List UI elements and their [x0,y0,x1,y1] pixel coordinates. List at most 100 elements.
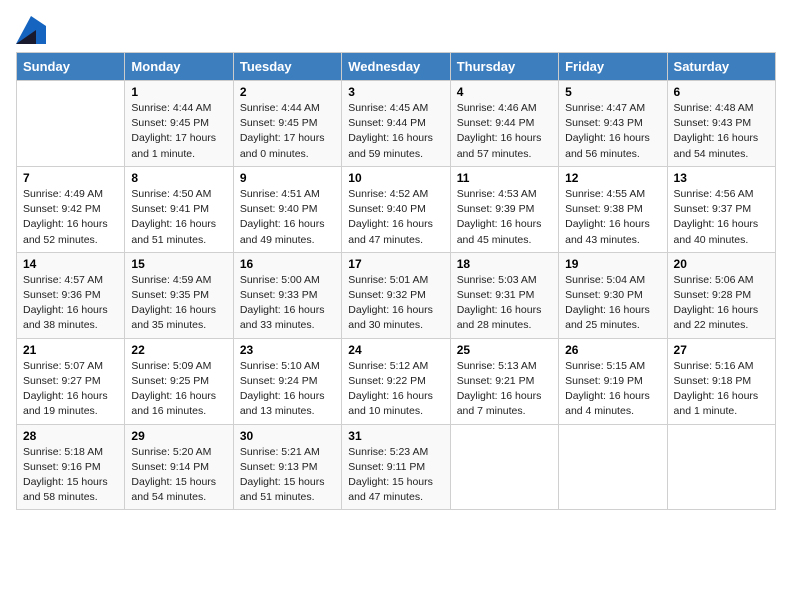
calendar-cell: 8 Sunrise: 4:50 AM Sunset: 9:41 PM Daylig… [125,166,233,252]
cell-content: Sunrise: 5:07 AM Sunset: 9:27 PM Dayligh… [23,359,118,420]
calendar-cell: 22 Sunrise: 5:09 AM Sunset: 9:25 PM Dayli… [125,338,233,424]
cell-content: Sunrise: 5:03 AM Sunset: 9:31 PM Dayligh… [457,273,552,334]
day-number: 25 [457,343,552,357]
cell-content: Sunrise: 5:20 AM Sunset: 9:14 PM Dayligh… [131,445,226,506]
calendar-cell: 14 Sunrise: 4:57 AM Sunset: 9:36 PM Dayli… [17,252,125,338]
day-number: 21 [23,343,118,357]
calendar-cell: 20 Sunrise: 5:06 AM Sunset: 9:28 PM Dayli… [667,252,775,338]
day-number: 27 [674,343,769,357]
calendar-cell: 3 Sunrise: 4:45 AM Sunset: 9:44 PM Daylig… [342,81,450,167]
day-number: 4 [457,85,552,99]
page-header [16,16,776,44]
cell-content: Sunrise: 4:45 AM Sunset: 9:44 PM Dayligh… [348,101,443,162]
day-header-sunday: Sunday [17,53,125,81]
calendar-cell: 1Sunrise: 4:44 AM Sunset: 9:45 PM Daylig… [125,81,233,167]
day-number: 11 [457,171,552,185]
calendar-cell: 6 Sunrise: 4:48 AM Sunset: 9:43 PM Daylig… [667,81,775,167]
calendar-week-3: 14 Sunrise: 4:57 AM Sunset: 9:36 PM Dayli… [17,252,776,338]
day-number: 19 [565,257,660,271]
day-number: 15 [131,257,226,271]
day-number: 7 [23,171,118,185]
calendar-cell: 15 Sunrise: 4:59 AM Sunset: 9:35 PM Dayli… [125,252,233,338]
calendar-week-1: 1 Sunrise: 4:44 AM Sunset: 9:45 PM Daylig… [17,81,776,167]
calendar-table: SundayMondayTuesdayWednesdayThursdayFrid… [16,52,776,510]
cell-content: Sunrise: 4:57 AM Sunset: 9:36 PM Dayligh… [23,273,118,334]
day-number: 10 [348,171,443,185]
cell-content: Sunrise: 4:44 AM Sunset: 9:45 PM Dayligh… [240,101,335,162]
cell-content: Sunrise: 4:50 AM Sunset: 9:41 PM Dayligh… [131,187,226,248]
calendar-cell: 31 Sunrise: 5:23 AM Sunset: 9:11 PM Dayli… [342,424,450,510]
calendar-cell: 10 Sunrise: 4:52 AM Sunset: 9:40 PM Dayli… [342,166,450,252]
cell-content: Sunrise: 4:59 AM Sunset: 9:35 PM Dayligh… [131,273,226,334]
calendar-cell: 24 Sunrise: 5:12 AM Sunset: 9:22 PM Dayli… [342,338,450,424]
calendar-cell: 2Sunrise: 4:44 AM Sunset: 9:45 PM Daylig… [233,81,341,167]
day-number: 20 [674,257,769,271]
calendar-cell: 4 Sunrise: 4:46 AM Sunset: 9:44 PM Daylig… [450,81,558,167]
cell-content: Sunrise: 4:56 AM Sunset: 9:37 PM Dayligh… [674,187,769,248]
generalblue-logo-icon [16,16,46,44]
cell-content: Sunrise: 4:46 AM Sunset: 9:44 PM Dayligh… [457,101,552,162]
day-header-thursday: Thursday [450,53,558,81]
calendar-cell: 30 Sunrise: 5:21 AM Sunset: 9:13 PM Dayli… [233,424,341,510]
day-number: 13 [674,171,769,185]
day-number: 23 [240,343,335,357]
calendar-cell: 21 Sunrise: 5:07 AM Sunset: 9:27 PM Dayli… [17,338,125,424]
day-number: 31 [348,429,443,443]
cell-content: Sunrise: 5:23 AM Sunset: 9:11 PM Dayligh… [348,445,443,506]
cell-content: Sunrise: 4:49 AM Sunset: 9:42 PM Dayligh… [23,187,118,248]
day-number: 29 [131,429,226,443]
calendar-cell: 25 Sunrise: 5:13 AM Sunset: 9:21 PM Dayli… [450,338,558,424]
calendar-body: 1 Sunrise: 4:44 AM Sunset: 9:45 PM Daylig… [17,81,776,510]
day-number: 8 [131,171,226,185]
cell-content: Sunrise: 5:04 AM Sunset: 9:30 PM Dayligh… [565,273,660,334]
calendar-week-2: 7 Sunrise: 4:49 AM Sunset: 9:42 PM Daylig… [17,166,776,252]
calendar-cell: 5Sunrise: 4:47 AM Sunset: 9:43 PM Daylig… [559,81,667,167]
day-number: 28 [23,429,118,443]
day-number: 22 [131,343,226,357]
day-number: 12 [565,171,660,185]
day-number: 26 [565,343,660,357]
cell-content: Sunrise: 4:51 AM Sunset: 9:40 PM Dayligh… [240,187,335,248]
cell-content: Sunrise: 5:21 AM Sunset: 9:13 PM Dayligh… [240,445,335,506]
cell-content: Sunrise: 5:16 AM Sunset: 9:18 PM Dayligh… [674,359,769,420]
cell-content: Sunrise: 4:52 AM Sunset: 9:40 PM Dayligh… [348,187,443,248]
day-number: 3 [348,85,443,99]
day-number: 6 [674,85,769,99]
calendar-cell: 12 Sunrise: 4:55 AM Sunset: 9:38 PM Dayli… [559,166,667,252]
cell-content: Sunrise: 4:48 AM Sunset: 9:43 PM Dayligh… [674,101,769,162]
calendar-cell: 18 Sunrise: 5:03 AM Sunset: 9:31 PM Dayli… [450,252,558,338]
cell-content: Sunrise: 4:47 AM Sunset: 9:43 PM Dayligh… [565,101,660,162]
cell-content: Sunrise: 5:09 AM Sunset: 9:25 PM Dayligh… [131,359,226,420]
calendar-cell: 11 Sunrise: 4:53 AM Sunset: 9:39 PM Dayli… [450,166,558,252]
calendar-cell: 9 Sunrise: 4:51 AM Sunset: 9:40 PM Daylig… [233,166,341,252]
calendar-cell: 13 Sunrise: 4:56 AM Sunset: 9:37 PM Dayli… [667,166,775,252]
day-header-wednesday: Wednesday [342,53,450,81]
day-header-saturday: Saturday [667,53,775,81]
cell-content: Sunrise: 4:55 AM Sunset: 9:38 PM Dayligh… [565,187,660,248]
cell-content: Sunrise: 4:53 AM Sunset: 9:39 PM Dayligh… [457,187,552,248]
calendar-cell: 26Sunrise: 5:15 AM Sunset: 9:19 PM Dayli… [559,338,667,424]
day-header-monday: Monday [125,53,233,81]
day-number: 9 [240,171,335,185]
day-header-friday: Friday [559,53,667,81]
calendar-week-5: 28Sunrise: 5:18 AM Sunset: 9:16 PM Dayli… [17,424,776,510]
calendar-cell: 27 Sunrise: 5:16 AM Sunset: 9:18 PM Dayli… [667,338,775,424]
cell-content: Sunrise: 5:12 AM Sunset: 9:22 PM Dayligh… [348,359,443,420]
calendar-cell: 23Sunrise: 5:10 AM Sunset: 9:24 PM Dayli… [233,338,341,424]
cell-content: Sunrise: 5:06 AM Sunset: 9:28 PM Dayligh… [674,273,769,334]
cell-content: Sunrise: 5:00 AM Sunset: 9:33 PM Dayligh… [240,273,335,334]
calendar-cell [559,424,667,510]
calendar-cell: 7 Sunrise: 4:49 AM Sunset: 9:42 PM Daylig… [17,166,125,252]
day-number: 18 [457,257,552,271]
day-number: 1 [131,85,226,99]
logo [16,16,50,44]
calendar-cell [667,424,775,510]
day-number: 14 [23,257,118,271]
cell-content: Sunrise: 5:13 AM Sunset: 9:21 PM Dayligh… [457,359,552,420]
day-number: 30 [240,429,335,443]
day-number: 24 [348,343,443,357]
calendar-cell: 19 Sunrise: 5:04 AM Sunset: 9:30 PM Dayli… [559,252,667,338]
cell-content: Sunrise: 5:01 AM Sunset: 9:32 PM Dayligh… [348,273,443,334]
calendar-cell: 16Sunrise: 5:00 AM Sunset: 9:33 PM Dayli… [233,252,341,338]
calendar-header-row: SundayMondayTuesdayWednesdayThursdayFrid… [17,53,776,81]
